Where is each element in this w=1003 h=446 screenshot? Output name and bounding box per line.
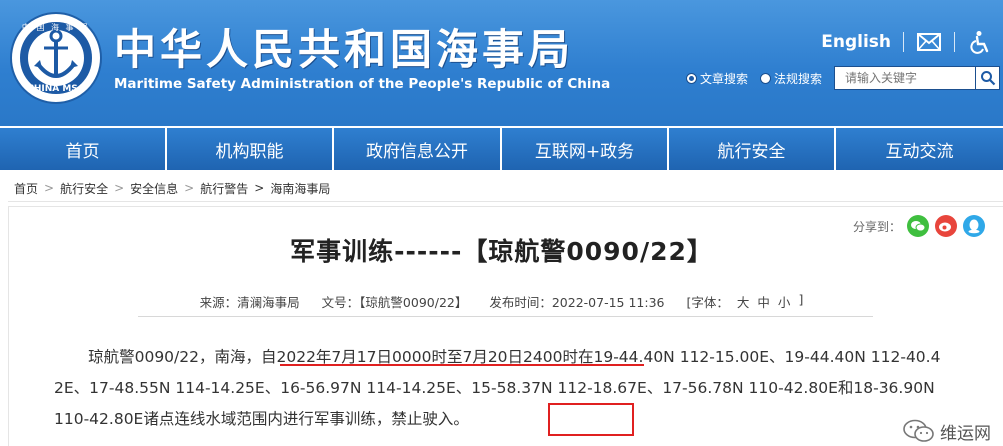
search-area: 文章搜索 法规搜索 — [686, 66, 1001, 90]
tools-divider — [954, 32, 955, 52]
main-nav: 首页 机构职能 政府信息公开 互联网+政务 航行安全 互动交流 — [0, 128, 1003, 170]
font-small-button[interactable]: 小 — [778, 292, 791, 311]
breadcrumb: 首页 > 航行安全 > 安全信息 > 航行警告 > 海南海事局 — [14, 176, 1003, 200]
top-tools: English — [821, 28, 993, 56]
font-label-open: [字体： — [686, 295, 729, 310]
article-body: 琼航警0090/22，南海，自2022年7月17日0000时至7月20日2400… — [54, 342, 949, 435]
red-underline-annotation — [280, 364, 644, 366]
wechat-watermark-icon — [903, 419, 934, 442]
breadcrumb-divider — [8, 201, 1003, 202]
article-meta: 来源：清澜海事局 文号：【琼航警0090/22】 发布时间：2022-07-15… — [0, 292, 1003, 311]
anchor-icon — [34, 29, 78, 78]
nav-item-functions[interactable]: 机构职能 — [167, 128, 334, 170]
nav-item-home[interactable]: 首页 — [0, 128, 167, 170]
tools-divider — [903, 32, 904, 52]
watermark-text: 维运网 — [940, 423, 991, 444]
search-input[interactable] — [834, 66, 977, 90]
radio-regulation-label: 法规搜索 — [774, 71, 823, 86]
meta-divider — [138, 316, 873, 317]
article-published: 发布时间：2022-07-15 11:36 — [489, 295, 665, 310]
breadcrumb-item[interactable]: > 安全信息 — [108, 180, 178, 197]
article-doc-no: 文号：【琼航警0090/22】 — [321, 295, 468, 310]
font-size-switcher: [字体： 大 中 小 ] — [687, 292, 804, 311]
radio-dot-selected[interactable] — [686, 72, 697, 84]
article-title: 军事训练------【琼航警0090/22】 — [290, 237, 713, 266]
red-box-annotation — [548, 403, 634, 436]
brand-title-en: Maritime Safety Administration of the Pe… — [114, 76, 611, 92]
font-label-close: ] — [798, 292, 804, 307]
mail-icon[interactable] — [916, 30, 942, 54]
breadcrumb-item[interactable]: > 航行安全 — [38, 180, 108, 197]
radio-regulation-search[interactable]: 法规搜索 — [760, 70, 822, 87]
search-icon — [980, 71, 995, 86]
nav-item-internet-gov[interactable]: 互联网+政务 — [502, 128, 669, 170]
breadcrumb-item-current[interactable]: > 海南海事局 — [248, 180, 330, 197]
accessibility-icon[interactable] — [967, 30, 993, 54]
site-header: 中 国 海 事 局 CHINA MSA 中华人民共和国海事局 Maritime … — [0, 0, 1003, 126]
radio-article-search[interactable]: 文章搜索 — [686, 70, 748, 87]
watermark: 维运网 — [902, 418, 991, 444]
search-button[interactable] — [976, 66, 1001, 90]
nav-item-navigation-safety[interactable]: 航行安全 — [669, 128, 836, 170]
font-medium-button[interactable]: 中 — [757, 292, 770, 311]
article-source: 来源：清澜海事局 — [199, 295, 300, 310]
logo-en-text: CHINA MSA — [27, 84, 85, 94]
radio-dot[interactable] — [760, 72, 772, 84]
nav-item-interaction[interactable]: 互动交流 — [836, 128, 1003, 170]
msa-logo[interactable]: 中 国 海 事 局 CHINA MSA — [10, 12, 102, 104]
english-link[interactable]: English — [821, 32, 891, 52]
nav-item-gov-info[interactable]: 政府信息公开 — [334, 128, 502, 170]
logo-cn-text: 中 国 海 事 局 — [21, 23, 91, 32]
article-paragraph: 琼航警0090/22，南海，自2022年7月17日0000时至7月20日2400… — [54, 348, 941, 428]
font-large-button[interactable]: 大 — [737, 292, 750, 311]
radio-article-label: 文章搜索 — [700, 71, 749, 86]
breadcrumb-item[interactable]: 首页 — [14, 180, 38, 197]
breadcrumb-item[interactable]: > 航行警告 — [178, 180, 248, 197]
brand-title-cn: 中华人民共和国海事局 — [114, 25, 575, 74]
